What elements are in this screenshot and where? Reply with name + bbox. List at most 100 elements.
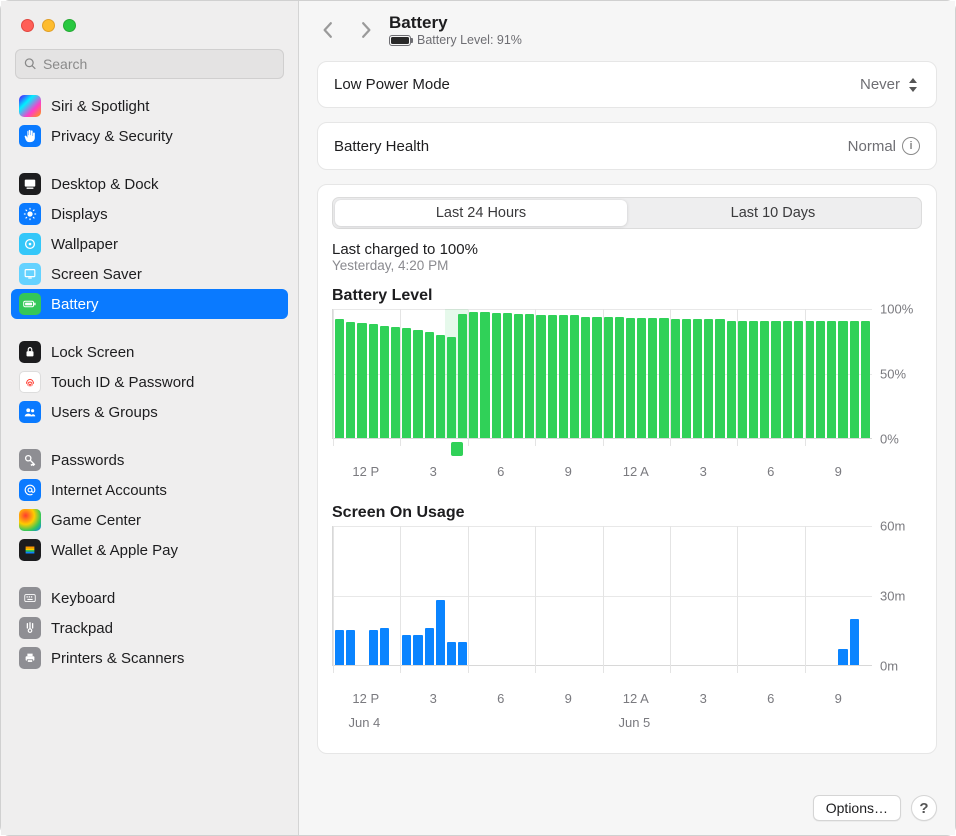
battery-status-icon	[389, 35, 411, 46]
battery-level-chart: 100% 50% 0%	[332, 309, 922, 439]
bar	[727, 321, 736, 438]
bar	[581, 317, 590, 438]
search-field[interactable]	[15, 49, 284, 79]
sidebar-item-label: Internet Accounts	[51, 482, 167, 499]
screensaver-icon	[19, 263, 41, 285]
bar	[425, 332, 434, 438]
screen-on-chart-title: Screen On Usage	[332, 504, 922, 522]
bar	[369, 630, 378, 665]
bar	[335, 319, 344, 438]
bar	[469, 312, 478, 438]
sidebar-item-trackpad[interactable]: Trackpad	[11, 613, 288, 643]
sidebar-item-wallet[interactable]: Wallet & Apple Pay	[11, 535, 288, 565]
help-button[interactable]: ?	[911, 795, 937, 821]
bar	[626, 318, 635, 438]
bar	[850, 619, 859, 665]
sidebar-item-label: Desktop & Dock	[51, 176, 159, 193]
displays-icon	[19, 203, 41, 225]
sidebar-item-passwords[interactable]: Passwords	[11, 445, 288, 475]
sidebar-list[interactable]: Siri & Spotlight Privacy & Security Desk…	[1, 87, 298, 691]
sidebar-item-label: Passwords	[51, 452, 124, 469]
sidebar-item-internet-accounts[interactable]: Internet Accounts	[11, 475, 288, 505]
bar	[346, 630, 355, 665]
sidebar-item-touch-id[interactable]: Touch ID & Password	[11, 367, 288, 397]
bar	[503, 313, 512, 438]
sidebar-item-game-center[interactable]: Game Center	[11, 505, 288, 535]
sidebar-item-privacy-security[interactable]: Privacy & Security	[11, 121, 288, 151]
bar	[570, 315, 579, 438]
ytick: 0%	[880, 432, 899, 447]
info-icon[interactable]: i	[902, 137, 920, 155]
battery-health-label: Battery Health	[334, 138, 429, 155]
bar	[413, 635, 422, 665]
low-power-mode-popup[interactable]: Never	[860, 76, 920, 93]
bar	[615, 317, 624, 438]
fingerprint-icon	[19, 371, 41, 393]
close-window-button[interactable]	[21, 19, 34, 32]
time-range-segmented[interactable]: Last 24 Hours Last 10 Days	[332, 197, 922, 229]
users-icon	[19, 401, 41, 423]
zoom-window-button[interactable]	[63, 19, 76, 32]
search-input[interactable]	[43, 56, 275, 72]
sidebar-item-screen-saver[interactable]: Screen Saver	[11, 259, 288, 289]
sidebar-item-label: Wallpaper	[51, 236, 118, 253]
bar	[648, 318, 657, 438]
bar	[380, 628, 389, 665]
sidebar-item-printers[interactable]: Printers & Scanners	[11, 643, 288, 673]
bar	[548, 315, 557, 438]
bar	[637, 318, 646, 438]
sidebar-item-battery[interactable]: Battery	[11, 289, 288, 319]
bar	[715, 319, 724, 438]
wallpaper-icon	[19, 233, 41, 255]
sidebar-item-wallpaper[interactable]: Wallpaper	[11, 229, 288, 259]
seg-last-10d[interactable]: Last 10 Days	[627, 200, 919, 226]
last-charge-subtitle: Yesterday, 4:20 PM	[332, 258, 922, 273]
sidebar-item-users-groups[interactable]: Users & Groups	[11, 397, 288, 427]
bar	[704, 319, 713, 438]
printer-icon	[19, 647, 41, 669]
bar	[671, 319, 680, 438]
low-power-mode-row: Low Power Mode Never	[317, 61, 937, 108]
sidebar-item-displays[interactable]: Displays	[11, 199, 288, 229]
nav-forward-button[interactable]	[357, 21, 375, 39]
bar	[402, 328, 411, 438]
sidebar-item-lock-screen[interactable]: Lock Screen	[11, 337, 288, 367]
battery-level-chart-title: Battery Level	[332, 287, 922, 305]
bar	[413, 330, 422, 438]
low-power-mode-value: Never	[860, 76, 900, 93]
nav-back-button[interactable]	[319, 21, 337, 39]
options-button[interactable]: Options…	[813, 795, 901, 821]
sidebar-item-label: Battery	[51, 296, 99, 313]
sidebar-item-label: Privacy & Security	[51, 128, 173, 145]
trackpad-icon	[19, 617, 41, 639]
search-icon	[24, 57, 37, 71]
sidebar-item-label: Screen Saver	[51, 266, 142, 283]
bar	[760, 321, 769, 438]
ytick: 60m	[880, 519, 905, 534]
sidebar-item-desktop-dock[interactable]: Desktop & Dock	[11, 169, 288, 199]
main-header: Battery Battery Level: 91%	[299, 1, 955, 53]
seg-last-24h[interactable]: Last 24 Hours	[335, 200, 627, 226]
bar	[850, 321, 859, 438]
bar	[447, 642, 456, 665]
sidebar-item-siri-spotlight[interactable]: Siri & Spotlight	[11, 91, 288, 121]
sidebar-item-label: Touch ID & Password	[51, 374, 194, 391]
bar	[693, 319, 702, 438]
at-icon	[19, 479, 41, 501]
bar	[335, 630, 344, 665]
minimize-window-button[interactable]	[42, 19, 55, 32]
battery-health-value: Normal	[848, 138, 896, 155]
keyboard-icon	[19, 587, 41, 609]
bar	[816, 321, 825, 438]
bar	[380, 326, 389, 438]
battery-charts-card: Last 24 Hours Last 10 Days Last charged …	[317, 184, 937, 754]
bar	[559, 315, 568, 438]
sidebar-item-label: Game Center	[51, 512, 141, 529]
bar	[783, 321, 792, 438]
low-power-mode-label: Low Power Mode	[334, 76, 450, 93]
sidebar-item-label: Printers & Scanners	[51, 650, 184, 667]
bar	[682, 319, 691, 438]
main-pane: Battery Battery Level: 91% Low Power Mod…	[299, 1, 955, 835]
sidebar-item-keyboard[interactable]: Keyboard	[11, 583, 288, 613]
sidebar: Siri & Spotlight Privacy & Security Desk…	[1, 1, 299, 835]
